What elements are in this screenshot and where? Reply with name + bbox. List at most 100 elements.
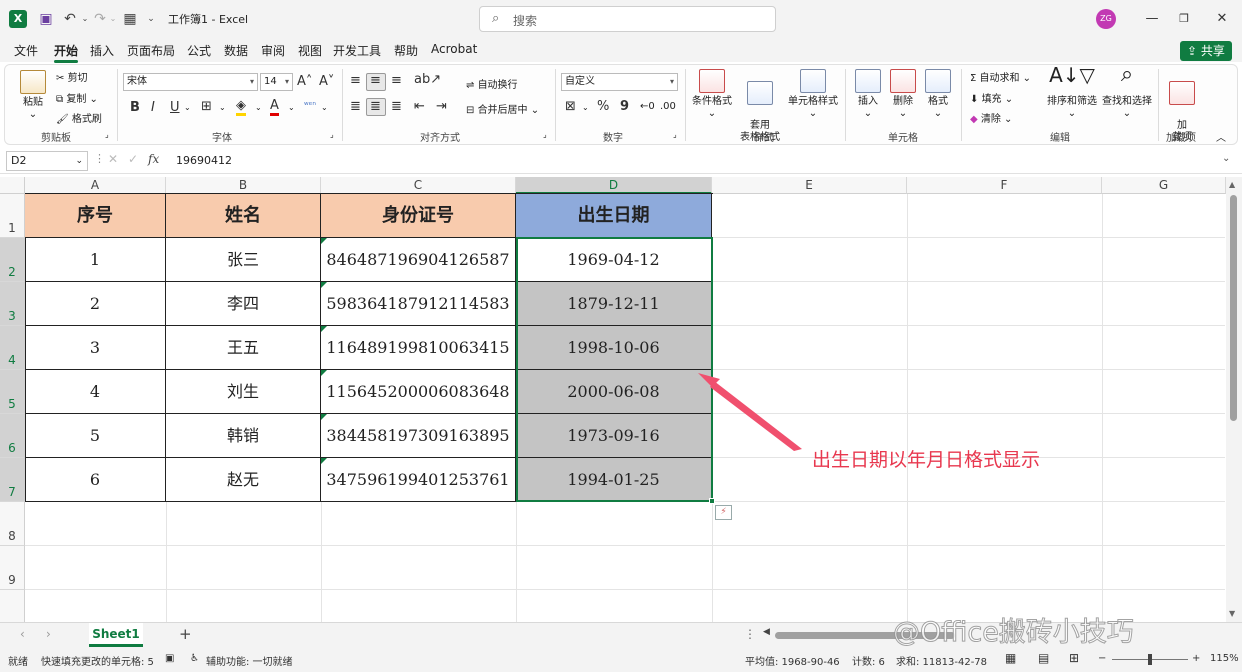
table-header-cell[interactable]: 姓名 xyxy=(166,194,321,238)
undo-dropdown-icon[interactable]: ⌄ xyxy=(80,9,90,29)
zoom-out-icon[interactable]: − xyxy=(1098,653,1106,664)
increase-indent-icon[interactable]: ⇥ xyxy=(436,99,447,114)
find-select-button[interactable]: ⌕ 查找和选择 ⌄ xyxy=(1100,64,1154,120)
vertical-scrollbar[interactable]: ▲ ▼ xyxy=(1226,177,1242,622)
number-format-select[interactable]: 自定义 ▾ xyxy=(561,73,678,91)
italic-button[interactable]: I xyxy=(151,100,155,115)
minimize-icon[interactable]: — xyxy=(1142,9,1162,29)
table-cell[interactable]: 张三 xyxy=(166,238,321,282)
align-bottom-icon[interactable]: ≡ xyxy=(391,73,402,88)
accessibility-icon[interactable]: ♿ xyxy=(190,653,199,664)
tab-insert[interactable]: 插入 xyxy=(90,42,114,59)
sort-filter-button[interactable]: A↓▽ 排序和筛选 ⌄ xyxy=(1046,65,1098,120)
cut-button[interactable]: ✂ 剪切 xyxy=(56,69,88,84)
fill-handle[interactable] xyxy=(709,498,715,504)
row-header-1[interactable]: 1 xyxy=(0,194,25,238)
table-header-cell[interactable]: 出生日期 xyxy=(516,194,712,238)
increase-font-icon[interactable]: A˄ xyxy=(297,74,312,89)
table-cell[interactable]: 1 xyxy=(25,238,166,282)
close-icon[interactable]: ✕ xyxy=(1212,9,1232,29)
align-left-icon[interactable]: ≣ xyxy=(350,99,361,114)
increase-decimal-icon[interactable]: ←0 xyxy=(640,101,655,112)
row-header-3[interactable]: 3 xyxy=(0,282,25,326)
row-header-9[interactable]: 9 xyxy=(0,546,25,590)
table-header-cell[interactable]: 身份证号 xyxy=(321,194,516,238)
tab-acrobat[interactable]: Acrobat xyxy=(431,42,477,56)
orientation-icon[interactable]: ab↗ xyxy=(414,72,441,87)
table-cell[interactable]: 116489199810063415 xyxy=(321,326,516,370)
insert-cells-button[interactable]: 插入 ⌄ xyxy=(852,69,884,120)
table-cell[interactable]: 846487196904126587 xyxy=(321,238,516,282)
tab-developer[interactable]: 开发工具 xyxy=(333,42,381,59)
table-cell[interactable]: 6 xyxy=(25,458,166,502)
decrease-indent-icon[interactable]: ⇤ xyxy=(414,99,425,114)
font-launcher-icon[interactable]: ⌟ xyxy=(330,130,334,139)
sheet-tab-sheet1[interactable]: Sheet1 xyxy=(89,623,143,647)
underline-button[interactable]: U xyxy=(170,100,180,115)
table-cell[interactable]: 2000-06-08 xyxy=(516,370,712,414)
tab-home[interactable]: 开始 xyxy=(54,42,79,63)
row-header-6[interactable]: 6 xyxy=(0,414,25,458)
table-cell[interactable]: 115645200006083648 xyxy=(321,370,516,414)
tab-page-layout[interactable]: 页面布局 xyxy=(127,42,175,59)
vertical-scroll-thumb[interactable] xyxy=(1230,195,1237,421)
row-header-2[interactable]: 2 xyxy=(0,238,25,282)
clipboard-launcher-icon[interactable]: ⌟ xyxy=(105,130,109,139)
delete-cells-button[interactable]: 删除 ⌄ xyxy=(887,69,919,120)
more-options-icon[interactable]: ⋮ xyxy=(744,627,756,641)
scroll-left-icon[interactable]: ◀ xyxy=(763,627,770,637)
align-right-icon[interactable]: ≣ xyxy=(391,99,402,114)
page-layout-view-icon[interactable]: ▤ xyxy=(1038,651,1049,665)
table-cell[interactable]: 韩销 xyxy=(166,414,321,458)
zoom-level[interactable]: 115% xyxy=(1210,653,1239,664)
table-cell[interactable]: 384458197309163895 xyxy=(321,414,516,458)
align-middle-icon[interactable]: ≡ xyxy=(370,73,381,88)
font-color-icon[interactable]: A xyxy=(270,99,279,116)
save-icon[interactable]: ▣ xyxy=(37,9,55,29)
row-header-10[interactable] xyxy=(0,590,25,622)
table-cell[interactable]: 598364187912114583 xyxy=(321,282,516,326)
borders-dropdown-icon[interactable]: ⌄ xyxy=(219,103,226,112)
borders-icon[interactable]: ⊞ xyxy=(201,99,212,114)
tab-formulas[interactable]: 公式 xyxy=(187,42,211,59)
zoom-in-icon[interactable]: + xyxy=(1192,653,1200,664)
page-break-view-icon[interactable]: ⊞ xyxy=(1069,651,1079,665)
column-header-c[interactable]: C xyxy=(321,177,516,194)
restore-icon[interactable]: ❐ xyxy=(1174,9,1194,29)
redo-icon[interactable]: ↷ xyxy=(91,9,109,29)
font-name-select[interactable]: 宋体 ▾ xyxy=(123,73,258,91)
accessibility-status[interactable]: 辅助功能: 一切就绪 xyxy=(206,653,293,668)
tab-review[interactable]: 审阅 xyxy=(261,42,285,59)
table-cell[interactable]: 赵无 xyxy=(166,458,321,502)
bold-button[interactable]: B xyxy=(130,100,140,115)
customize-toolbar-icon[interactable]: ⌄ xyxy=(145,9,157,29)
align-center-icon[interactable]: ≣ xyxy=(370,99,381,114)
paste-button[interactable]: 粘贴 ⌄ xyxy=(18,70,48,121)
merge-center-button[interactable]: ⊟ 合并后居中 ⌄ xyxy=(466,101,539,116)
decrease-decimal-icon[interactable]: .00 xyxy=(660,101,676,112)
tab-help[interactable]: 帮助 xyxy=(394,42,418,59)
table-cell[interactable]: 刘生 xyxy=(166,370,321,414)
fill-button[interactable]: ⬇ 填充 ⌄ xyxy=(970,90,1013,105)
phonetic-dropdown-icon[interactable]: ⌄ xyxy=(321,103,328,112)
column-header-b[interactable]: B xyxy=(166,177,321,194)
user-avatar[interactable]: ZG xyxy=(1096,9,1116,29)
collapse-ribbon-icon[interactable]: ︿ xyxy=(1216,129,1226,144)
flash-fill-options-icon[interactable]: ⚡ xyxy=(715,505,732,520)
row-header-5[interactable]: 5 xyxy=(0,370,25,414)
comma-icon[interactable]: 9 xyxy=(620,99,629,114)
copy-button[interactable]: ⧉ 复制 ⌄ xyxy=(56,90,98,105)
table-cell[interactable]: 1998-10-06 xyxy=(516,326,712,370)
undo-icon[interactable]: ↶ xyxy=(60,9,80,29)
search-input[interactable]: ⌕ 搜索 xyxy=(479,6,776,32)
number-launcher-icon[interactable]: ⌟ xyxy=(673,130,677,139)
normal-view-icon[interactable]: ▦ xyxy=(1005,651,1016,665)
prev-sheet-icon[interactable]: ‹ xyxy=(20,627,25,641)
formula-input[interactable]: 19690412 xyxy=(170,151,1225,171)
phonetic-icon[interactable]: ʷᵉⁿ xyxy=(304,101,316,111)
format-cells-button[interactable]: 格式 ⌄ xyxy=(922,69,954,120)
row-header-7[interactable]: 7 xyxy=(0,458,25,502)
autosum-button[interactable]: Σ 自动求和 ⌄ xyxy=(970,69,1031,84)
scroll-down-icon[interactable]: ▼ xyxy=(1229,609,1235,618)
cancel-icon[interactable]: ✕ xyxy=(108,152,118,166)
